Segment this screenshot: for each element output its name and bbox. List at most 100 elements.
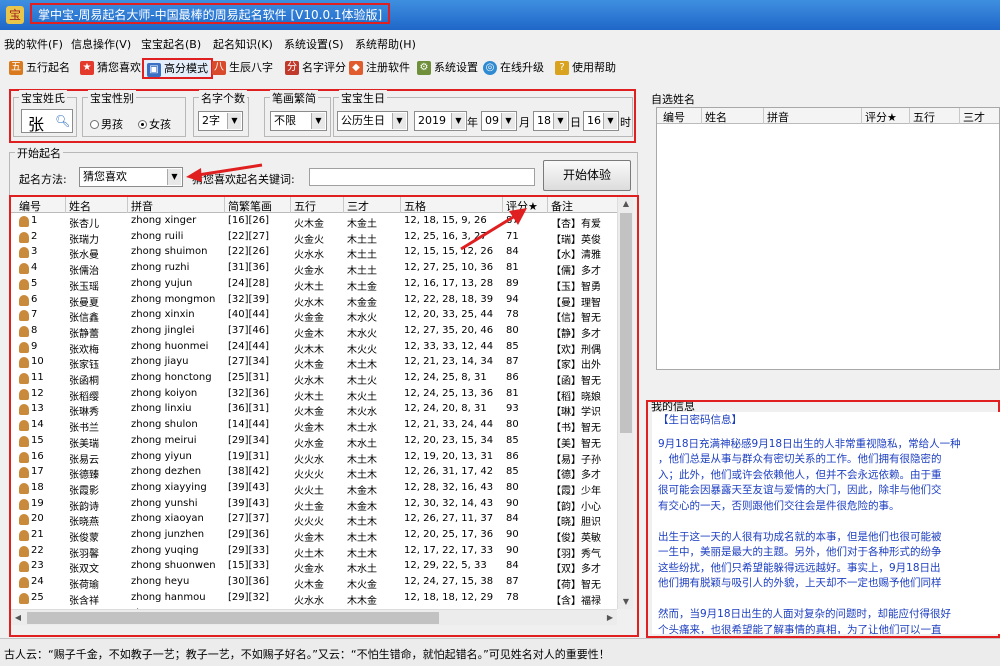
table-row[interactable]: 6 张曼夏 zhong mongmon [32][39] 火水木 木金金 12, 22, 2… [11, 293, 617, 309]
col-header-8[interactable]: 备注 [551, 198, 573, 214]
scroll-down-icon[interactable]: ▼ [618, 595, 634, 609]
cell-备注: 【晓】胆识 [551, 517, 601, 529]
col-header-3[interactable]: 简繁笔画 [228, 198, 272, 214]
keyword-input[interactable] [309, 168, 535, 186]
person-icon [19, 263, 29, 275]
table-row[interactable]: 5 张玉瑶 zhong yujun [24][28] 火木土 木土金 12, 16, 17,… [11, 277, 617, 293]
table-row[interactable]: 8 张静蕾 zhong jinglei [37][46] 火金木 木水火 12, 27, 3… [11, 324, 617, 340]
surname-input[interactable]: 张 🔍︎ [21, 109, 73, 134]
table-row[interactable]: 14 张书兰 zhong shulon [14][44] 火金木 木土水 12, 21, 3… [11, 418, 617, 434]
stroke-select[interactable]: 不限 ▼ [270, 111, 327, 131]
scroll-up-icon[interactable]: ▲ [618, 197, 634, 211]
table-row[interactable]: 24 张荷瑜 zhong heyu [30][36] 火木金 木火金 12, 24, 27,… [11, 575, 617, 591]
col-header-6[interactable]: 五格 [404, 198, 426, 214]
fav-col-header-0[interactable]: 编号 [663, 109, 685, 125]
menu-info-ops[interactable]: 信息操作(V) [71, 36, 131, 52]
register-button[interactable]: ◆ 注册软件 [346, 58, 413, 79]
scroll-left-icon[interactable]: ◀ [11, 610, 25, 626]
scroll-thumb[interactable] [620, 213, 632, 433]
gender-female-radio[interactable]: 女孩 [138, 116, 171, 132]
table-row[interactable]: 23 张双文 zhong shuonwen [15][33] 火金水 木水土 12, 29,… [11, 559, 617, 575]
col-divider[interactable] [224, 197, 225, 213]
cell-姓名: 张韵诗 [69, 501, 99, 513]
cell-三才: 木水火 [347, 313, 377, 325]
guess-like-button[interactable]: ★ 猜您喜欢 [77, 58, 144, 79]
horizontal-scrollbar[interactable]: ◀ ▶ [11, 609, 617, 625]
table-row[interactable]: 17 张德臻 zhong dezhen [38][42] 火火火 木土木 12, 26, 3… [11, 465, 617, 481]
cell-评分★: 90 [506, 544, 519, 556]
hour-select[interactable]: 16 ▼ [583, 111, 619, 131]
cell-三才: 木土土 [347, 234, 377, 246]
table-row[interactable]: 18 张霞影 zhong xiayying [39][43] 火火土 木金木 12, 28,… [11, 481, 617, 497]
vertical-scrollbar[interactable]: ▲ ▼ [617, 197, 633, 609]
fav-col-header-1[interactable]: 姓名 [705, 109, 727, 125]
hscroll-thumb[interactable] [27, 612, 439, 624]
col-header-4[interactable]: 五行 [294, 198, 316, 214]
start-button[interactable]: 开始体验 [543, 160, 631, 191]
col-divider[interactable] [343, 197, 344, 213]
fav-col-header-2[interactable]: 拼音 [767, 109, 789, 125]
col-header-0[interactable]: 编号 [19, 198, 41, 214]
table-row[interactable]: 20 张晓燕 zhong xiaoyan [27][37] 火火火 木土木 12, 26, … [11, 512, 617, 528]
fav-col-header-3[interactable]: 评分★ [865, 109, 897, 125]
cell-姓名: 张琳秀 [69, 407, 99, 419]
col-divider[interactable] [290, 197, 291, 213]
table-row[interactable]: 7 张信鑫 zhong xinxin [40][44] 火金金 木水火 12, 20, 33… [11, 308, 617, 324]
col-divider[interactable] [65, 197, 66, 213]
table-row[interactable]: 16 张易云 zhong yiyun [19][31] 火火水 木土木 12, 19, 20… [11, 450, 617, 466]
day-select[interactable]: 18 ▼ [533, 111, 569, 131]
table-row[interactable]: 25 张含祥 zhong hanmou [29][32] 火水水 木木金 12, 18, 1… [11, 591, 617, 607]
col-divider[interactable] [909, 108, 910, 124]
year-select[interactable]: 2019 ▼ [414, 111, 467, 131]
table-row[interactable]: 12 张稻缨 zhong koiyon [32][36] 火木土 木火土 12, 24, 2… [11, 387, 617, 403]
col-header-5[interactable]: 三才 [347, 198, 369, 214]
bazi-button[interactable]: 八生辰八字 [209, 58, 276, 79]
col-divider[interactable] [861, 108, 862, 124]
col-divider[interactable] [763, 108, 764, 124]
calendar-select[interactable]: 公历生日 ▼ [337, 111, 408, 131]
menu-system-help[interactable]: 系统帮助(H) [355, 36, 416, 52]
table-row[interactable]: 15 张美瑞 zhong meirui [29][34] 火水金 木水土 12, 20, 2… [11, 434, 617, 450]
name-score-button[interactable]: 分名字评分 [282, 58, 349, 79]
col-divider[interactable] [547, 197, 548, 213]
table-row[interactable]: 9 张欢梅 zhong huonmei [24][44] 火木木 木火火 12, 33, 3… [11, 340, 617, 356]
table-row[interactable]: 4 张儒治 zhong ruzhi [31][36] 火金水 木土土 12, 27, 25,… [11, 261, 617, 277]
table-row[interactable]: 22 张羽馨 zhong yuqing [29][33] 火土木 木土木 12, 17, 2… [11, 544, 617, 560]
menu-my-software[interactable]: 我的软件(F) [4, 36, 63, 52]
menu-naming-knowledge[interactable]: 起名知识(K) [213, 36, 273, 52]
col-divider[interactable] [959, 108, 960, 124]
cell-五格: 12, 20, 23, 15, 34 [404, 434, 494, 446]
cell-三才: 木土土 [347, 250, 377, 262]
method-select[interactable]: 猜您喜欢 ▼ [79, 167, 183, 187]
status-bar: 古人云：“赐子千金，不如教子一艺；教子一艺，不如赐子好名。”又云：“不怕生错命，… [0, 638, 1000, 666]
help-button[interactable]: ? 使用帮助 [552, 58, 619, 79]
cell-五格: 12, 20, 33, 25, 44 [404, 309, 494, 321]
scroll-right-icon[interactable]: ▶ [603, 610, 617, 626]
col-divider[interactable] [701, 108, 702, 124]
table-row[interactable]: 13 张琳秀 zhong linxiu [36][31] 火木金 木火水 12, 24, 2… [11, 402, 617, 418]
table-row[interactable]: 10 张家钰 zhong jiayu [27][34] 火木金 木土木 12, 21, 23… [11, 355, 617, 371]
cell-备注: 【欢】刑偶 [551, 344, 601, 356]
search-icon[interactable]: 🔍︎ [55, 114, 70, 128]
table-row[interactable]: 11 张函桐 zhong honctong [25][31] 火水木 木土火 12, 24,… [11, 371, 617, 387]
month-select[interactable]: 09 ▼ [481, 111, 517, 131]
col-header-1[interactable]: 姓名 [69, 198, 91, 214]
high-score-mode-button[interactable]: ▣ 高分模式 [142, 58, 213, 79]
fav-col-header-5[interactable]: 三才 [963, 109, 985, 125]
col-divider[interactable] [127, 197, 128, 213]
name-count-select[interactable]: 2字 ▼ [198, 111, 243, 131]
menu-system-settings[interactable]: 系统设置(S) [284, 36, 344, 52]
wuxing-naming-button[interactable]: 五五行起名 [6, 58, 73, 79]
col-divider[interactable] [400, 197, 401, 213]
col-header-2[interactable]: 拼音 [131, 198, 153, 214]
fav-col-header-4[interactable]: 五行 [913, 109, 935, 125]
settings-button[interactable]: ⚙ 系统设置 [414, 58, 481, 79]
gender-male-radio[interactable]: 男孩 [90, 116, 123, 132]
menu-baby-naming[interactable]: 宝宝起名(B) [141, 36, 201, 52]
cell-简繁笔画: [39][43] [228, 497, 270, 509]
table-row[interactable]: 19 张韵诗 zhong yunshi [39][43] 火土金 木金木 12, 30, 3… [11, 497, 617, 513]
online-upgrade-button[interactable]: ◎ 在线升级 [480, 58, 547, 79]
table-row[interactable]: 21 张俊蒙 zhong junzhen [29][36] 火金木 木土木 12, 20, … [11, 528, 617, 544]
cell-拼音: zhong shuimon [131, 246, 208, 258]
cell-五格: 12, 30, 32, 14, 43 [404, 497, 494, 509]
